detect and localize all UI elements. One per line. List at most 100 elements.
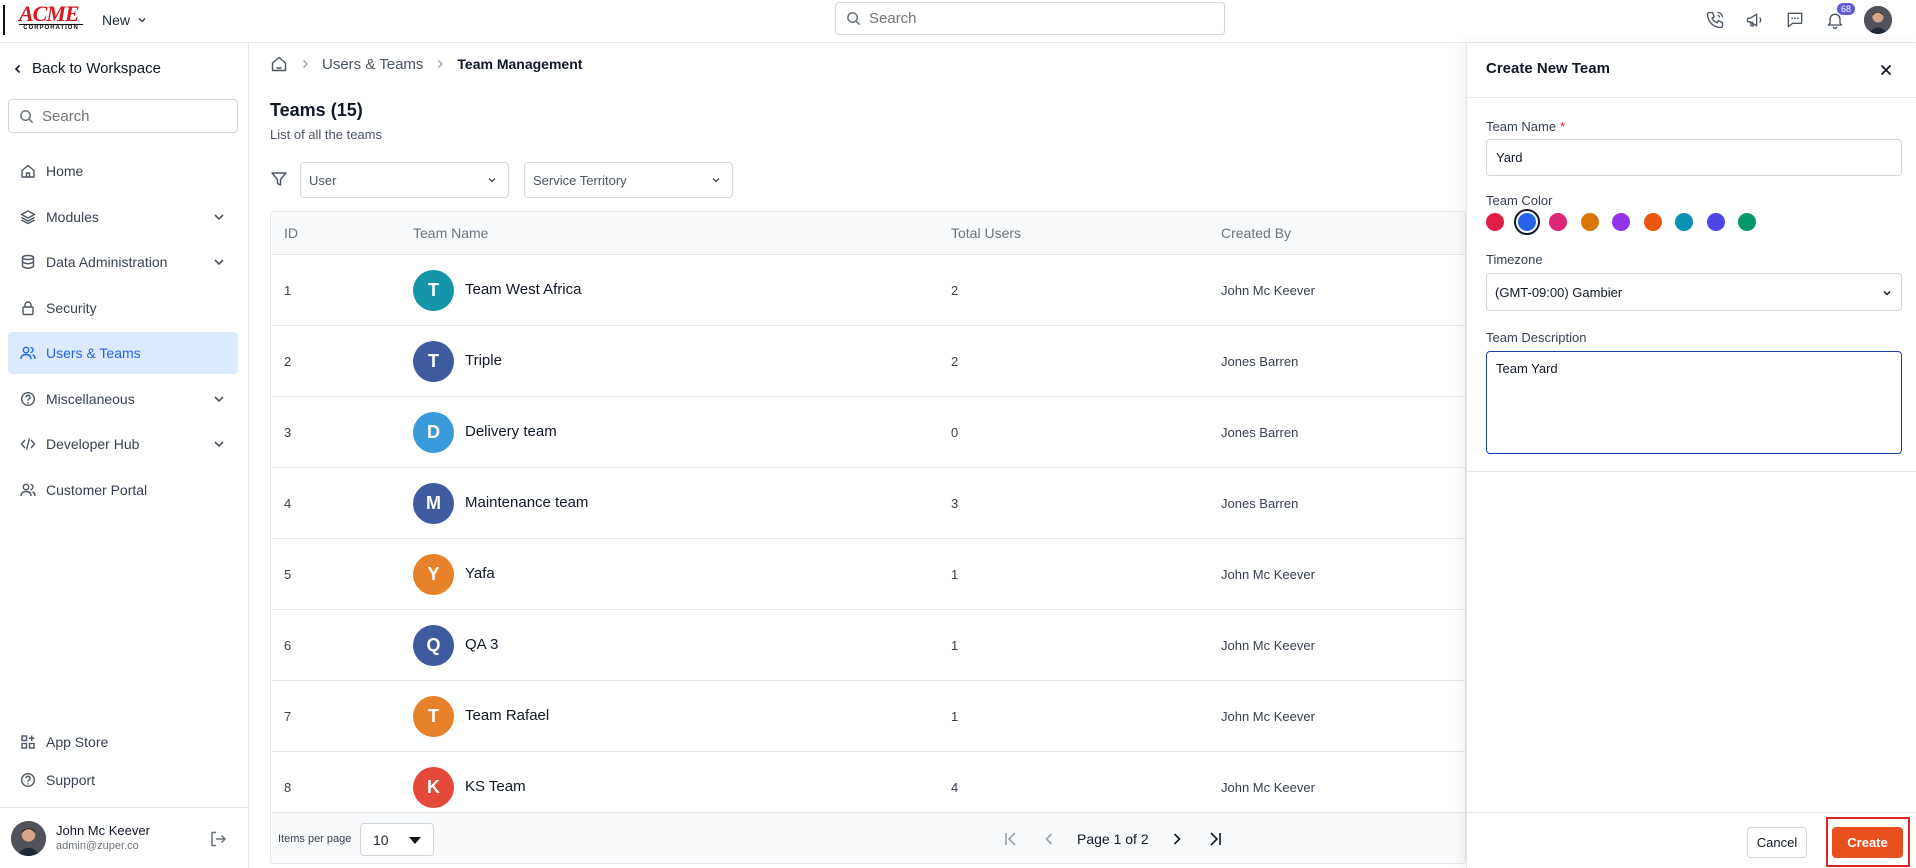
sidebar-item-app-store[interactable]: App Store	[8, 723, 238, 761]
layers-icon	[20, 209, 36, 225]
column-header-id[interactable]: ID	[284, 225, 298, 241]
chevron-down-icon[interactable]	[212, 392, 226, 406]
sidebar-item-modules[interactable]: Modules	[8, 196, 238, 238]
cell-total-users: 0	[951, 425, 959, 440]
users-icon	[20, 345, 36, 361]
team-name-input[interactable]	[1486, 139, 1902, 176]
cell-team-name[interactable]: KS Team	[465, 778, 526, 795]
cell-total-users: 3	[951, 496, 959, 511]
first-page-icon[interactable]	[1001, 829, 1021, 849]
table-row[interactable]: 1 T Team West Africa 2 John Mc Keever	[271, 255, 1465, 326]
breadcrumb-section[interactable]: Users & Teams	[322, 56, 423, 73]
chevron-down-icon[interactable]	[212, 210, 226, 224]
table-row[interactable]: 6 Q QA 3 1 John Mc Keever	[271, 610, 1465, 681]
user-avatar[interactable]	[1864, 6, 1892, 34]
chevron-down-icon[interactable]	[212, 437, 226, 451]
code-icon	[20, 436, 36, 452]
table-row[interactable]: 3 D Delivery team 0 Jones Barren	[271, 397, 1465, 468]
color-swatch[interactable]	[1738, 213, 1756, 231]
cell-id: 4	[284, 496, 292, 511]
items-per-page-select[interactable]: 10	[360, 823, 434, 856]
next-page-icon[interactable]	[1167, 829, 1187, 849]
previous-page-icon[interactable]	[1039, 829, 1059, 849]
color-swatch[interactable]	[1549, 213, 1567, 231]
sidebar-item-security[interactable]: Security	[8, 287, 238, 329]
cell-team-name[interactable]: Team Rafael	[465, 707, 549, 724]
sidebar-search-input[interactable]	[42, 107, 222, 125]
caret-down-icon	[409, 837, 421, 844]
company-logo[interactable]: ACME CORPORATION	[19, 3, 83, 32]
color-swatch[interactable]	[1706, 213, 1725, 231]
global-search[interactable]	[835, 2, 1225, 35]
sidebar-item-support[interactable]: Support	[8, 761, 238, 799]
team-avatar: Q	[413, 625, 454, 666]
cell-created-by: John Mc Keever	[1221, 709, 1315, 724]
color-swatch[interactable]	[1580, 213, 1599, 231]
sidebar-item-data-administration[interactable]: Data Administration	[8, 241, 238, 283]
cell-team-name[interactable]: Triple	[465, 352, 502, 369]
logout-icon[interactable]	[209, 830, 227, 848]
sidebar-search[interactable]	[8, 99, 238, 133]
cell-team-name[interactable]: Delivery team	[465, 423, 557, 440]
sidebar-item-developer-hub[interactable]: Developer Hub	[8, 423, 238, 465]
phone-icon[interactable]	[1704, 9, 1726, 31]
notification-badge: 68	[1836, 3, 1855, 15]
chat-icon[interactable]	[1784, 9, 1806, 31]
last-page-icon[interactable]	[1205, 829, 1225, 849]
table-row[interactable]: 4 M Maintenance team 3 Jones Barren	[271, 468, 1465, 539]
search-icon	[846, 11, 861, 26]
table-body: 1 T Team West Africa 2 John Mc Keever 2 T Tripl…	[271, 255, 1465, 823]
column-header-created-by[interactable]: Created By	[1221, 225, 1291, 241]
timezone-select[interactable]: (GMT-09:00) Gambier	[1486, 273, 1902, 311]
team-description-textarea[interactable]: Team Yard	[1486, 351, 1902, 454]
sidebar-item-label: Users & Teams	[46, 345, 141, 361]
home-icon[interactable]	[270, 55, 288, 73]
color-swatch[interactable]	[1675, 213, 1693, 231]
help-circle-icon	[20, 772, 36, 788]
chevron-down-icon[interactable]	[212, 255, 226, 269]
cell-id: 6	[284, 638, 292, 653]
chevron-down-icon	[486, 174, 498, 186]
timezone-label: Timezone	[1486, 252, 1543, 267]
drawer-footer: Cancel Create	[1467, 812, 1916, 868]
cell-id: 1	[284, 283, 292, 298]
table-row[interactable]: 7 T Team Rafael 1 John Mc Keever	[271, 681, 1465, 752]
cell-team-name[interactable]: Yafa	[465, 565, 495, 582]
team-description-label: Team Description	[1486, 330, 1587, 345]
cancel-button[interactable]: Cancel	[1747, 827, 1807, 858]
new-button[interactable]: New	[102, 9, 148, 31]
service-territory-filter-select[interactable]: Service Territory	[524, 162, 733, 198]
timezone-value: (GMT-09:00) Gambier	[1495, 284, 1623, 300]
chevron-right-icon	[300, 59, 310, 69]
pagination: Page 1 of 2	[1001, 829, 1225, 849]
megaphone-icon[interactable]	[1744, 9, 1766, 31]
sidebar-item-home[interactable]: Home	[8, 150, 238, 192]
color-swatch[interactable]	[1643, 213, 1662, 231]
column-header-total-users[interactable]: Total Users	[951, 225, 1021, 241]
close-icon[interactable]	[1877, 61, 1895, 79]
user-filter-select[interactable]: User	[300, 162, 509, 198]
filter-icon[interactable]	[270, 170, 288, 188]
create-button[interactable]: Create	[1832, 827, 1903, 858]
column-header-team-name[interactable]: Team Name	[413, 225, 488, 241]
table-row[interactable]: 2 T Triple 2 Jones Barren	[271, 326, 1465, 397]
sidebar-item-users-teams[interactable]: Users & Teams	[8, 332, 238, 374]
cell-team-name[interactable]: Team West Africa	[465, 281, 581, 298]
logo-sub-text: CORPORATION	[19, 24, 83, 32]
sidebar-item-miscellaneous[interactable]: Miscellaneous	[8, 378, 238, 420]
cell-team-name[interactable]: Maintenance team	[465, 494, 588, 511]
color-swatch[interactable]	[1486, 213, 1504, 231]
back-to-workspace-link[interactable]: Back to Workspace	[12, 60, 161, 77]
color-swatch[interactable]	[1612, 213, 1630, 231]
cell-team-name[interactable]: QA 3	[465, 636, 498, 653]
bell-icon[interactable]: 68	[1824, 3, 1855, 31]
avatar[interactable]	[11, 821, 46, 856]
cell-created-by: Jones Barren	[1221, 425, 1299, 440]
cell-total-users: 1	[951, 567, 959, 582]
table-row[interactable]: 5 Y Yafa 1 John Mc Keever	[271, 539, 1465, 610]
sidebar-item-customer-portal[interactable]: Customer Portal	[8, 469, 238, 511]
team-name-label-text: Team Name	[1486, 119, 1557, 134]
color-swatch[interactable]	[1513, 209, 1540, 235]
global-search-input[interactable]	[869, 10, 1199, 27]
team-avatar: T	[413, 270, 454, 311]
